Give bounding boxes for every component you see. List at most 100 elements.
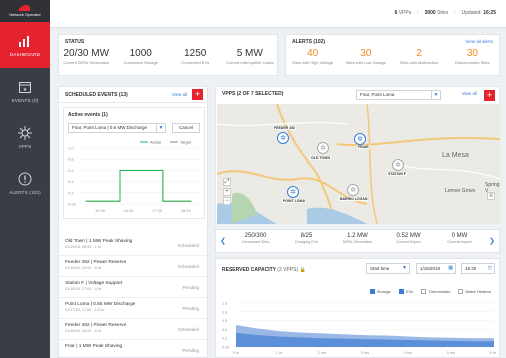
active-events-title: Active events (1): [68, 112, 108, 118]
top-bar: 6 VPPs | 3000 Sites | Updated: 16:25: [50, 0, 506, 28]
status-metric: 5 MW Current Interruptible Loads: [225, 48, 274, 65]
list-item[interactable]: Station F | Voltage Support 01/16/18, 17:…: [59, 277, 207, 298]
reserved-capacity-panel: RESERVED CAPACITY (2 VPPS) 🔒 Start time ▼…: [215, 258, 500, 358]
list-item[interactable]: Feeder 492 | Power Reserve 01/16/18, 10:0…: [59, 256, 207, 277]
sidebar-item-dashboard[interactable]: DASHBOARD: [0, 22, 50, 68]
logo: Network Operator: [0, 0, 50, 22]
vpps-panel: VPPS (2 OF 7 SELECTED) Friar, Point Loma…: [215, 86, 500, 224]
status-metric: 1000 Connected Storage: [123, 48, 158, 65]
fullscreen-icon[interactable]: ⤢: [223, 178, 231, 186]
vpp-stat: 250/300 Connected Sites: [241, 233, 270, 244]
active-events-box: Active events (1) Friar, Point Loma | 0.…: [63, 107, 205, 219]
map-pin-icon[interactable]: ✲: [317, 142, 329, 154]
status-metric: 1250 Connected EVs: [181, 48, 210, 65]
y-tick-label: 0.00: [68, 202, 77, 207]
x-tick-label: 16:30: [124, 208, 135, 213]
alerts-title: ALERTS (102): [292, 39, 326, 45]
active-event-select[interactable]: Friar, Point Loma | 0.6 MW Discharge ▼: [68, 123, 166, 133]
y-tick-label: 0.2: [222, 337, 227, 341]
event-list: Old Town | 1 MW Peak Shaving 01/15/18, 08…: [59, 235, 207, 358]
alert-metric[interactable]: 2 Sites with Malfunction: [393, 48, 446, 65]
date-input[interactable]: 1/15/2018 ▦: [416, 263, 456, 274]
pin-label: FEEDER 492: [273, 126, 297, 130]
map-roads: [217, 104, 500, 224]
list-item[interactable]: Friar | 1 MW Peak Shaving Pending: [59, 340, 207, 358]
alert-metric[interactable]: 30 Sites with Low Voltage: [339, 48, 392, 65]
x-tick-label: 5 hrs: [447, 351, 456, 355]
view-all-vpps-link[interactable]: View all: [462, 91, 477, 96]
map-pin-icon[interactable]: ✲: [287, 186, 299, 198]
add-vpp-button[interactable]: +: [484, 90, 495, 101]
network-icon: [17, 125, 33, 141]
vpp-stat: 8/25 Charging EVs: [294, 233, 319, 244]
layers-icon[interactable]: ≡: [487, 192, 495, 200]
pin-label: BARRIO LOGAN: [339, 197, 369, 201]
next-arrow-button[interactable]: ❯: [487, 236, 497, 248]
series-line-actual: [85, 169, 192, 202]
sidebar-item-alerts[interactable]: ALERTS (102): [0, 160, 50, 206]
pin-label: FRIAR: [357, 145, 370, 149]
vpp-count-label: VPPs: [398, 10, 412, 16]
status-card: STATUS 20/30 MW Current DERs Generation 1…: [58, 34, 278, 76]
zoom-in-button[interactable]: +: [223, 188, 231, 196]
status-title: STATUS: [65, 39, 85, 45]
checkbox-thermostats[interactable]: Thermostats: [421, 289, 450, 294]
x-tick-label: 18:30: [181, 208, 192, 213]
reserved-capacity-chart: 1.0 0.8 0.6 0.4 0.2 0.00 0 hr 1 hr 2 hrs 3 hrs 4 h…: [222, 302, 496, 356]
chevron-down-icon: ▼: [156, 124, 165, 132]
vpp-stat: 0 MW Current Import: [447, 233, 472, 244]
updated-time: 16:25: [483, 10, 496, 16]
y-tick-label: 0.6: [68, 168, 74, 173]
status-metric: 20/30 MW Current DERs Generation: [63, 48, 110, 65]
list-item[interactable]: Old Town | 1 MW Peak Shaving 01/15/18, 08…: [59, 235, 207, 256]
map-pin-icon[interactable]: ✲: [347, 184, 359, 196]
vpp-count: 6: [394, 10, 398, 16]
time-input[interactable]: 16:25 ◷: [461, 263, 495, 274]
view-all-events-link[interactable]: View all: [172, 92, 187, 97]
add-event-button[interactable]: +: [192, 89, 203, 100]
sidebar-item-vpps[interactable]: VPPS: [0, 114, 50, 160]
series-line-target: [85, 170, 192, 202]
y-tick-label: 0.4: [222, 328, 227, 332]
alert-metric[interactable]: 40 Sites with High Voltage: [286, 48, 339, 65]
vpp-stat: 0.52 MW Current Export: [396, 233, 421, 244]
series-checkboxes: Storage EVs Thermostats Water Heaters: [369, 289, 491, 294]
pin-label: OLD TOWN: [310, 156, 331, 160]
alert-metric[interactable]: 30 Disconnected Sites: [446, 48, 499, 65]
map-pin-icon[interactable]: ✲: [392, 159, 404, 171]
map[interactable]: ✲ FEEDER 492 ✲ FRIAR ✲ OLD TOWN ✲ STATIO…: [217, 104, 500, 224]
checkbox-evs[interactable]: EVs: [398, 289, 413, 294]
checkbox-storage[interactable]: Storage: [369, 289, 391, 294]
map-pin-icon[interactable]: ✲: [277, 132, 289, 144]
map-pin-icon[interactable]: ✲: [354, 133, 366, 145]
logo-text: Network Operator: [9, 12, 41, 17]
sidebar-item-label: VPPS: [18, 144, 32, 149]
pin-label: POINT LOMA: [282, 199, 306, 203]
y-tick-label: 0.8: [68, 157, 74, 162]
prev-arrow-button[interactable]: ❮: [218, 236, 228, 248]
vpps-title: VPPS (2 OF 7 SELECTED): [222, 91, 284, 97]
start-time-select[interactable]: Start time ▼: [366, 263, 410, 274]
y-tick-label: 1.0: [222, 302, 227, 306]
y-tick-label: 0.00: [222, 346, 229, 350]
chevron-down-icon: ▼: [431, 91, 440, 99]
svg-text:★: ★: [23, 87, 28, 93]
list-item[interactable]: Point Loma | 0.55 MW Discharge 01/17/18, …: [59, 298, 207, 319]
view-all-alerts-link[interactable]: View all alerts: [465, 39, 493, 44]
cancel-button[interactable]: Cancel: [172, 123, 200, 133]
y-tick-label: 0.4: [68, 179, 74, 184]
list-item[interactable]: Feeder 492 | Power Reserve 01/18/18, 10:0…: [59, 319, 207, 340]
legend-actual: Actual: [150, 140, 161, 145]
vpp-select-value: Friar, Point Loma: [360, 92, 395, 97]
sidebar-item-label: DASHBOARD: [9, 52, 41, 57]
vpp-select[interactable]: Friar, Point Loma ▼: [356, 90, 441, 100]
sidebar: Network Operator DASHBOARD ★ EVENTS (0) …: [0, 0, 50, 358]
x-tick-label: 3 hrs: [361, 351, 370, 355]
x-tick-label: 6 hrs: [490, 351, 496, 355]
checkbox-water-heaters[interactable]: Water Heaters: [458, 289, 491, 294]
vpp-stats-bar: ❮ 250/300 Connected Sites 8/25 Charging EV…: [215, 229, 500, 253]
sidebar-item-events[interactable]: ★ EVENTS (0): [0, 68, 50, 114]
map-label: La Mesa: [442, 152, 469, 159]
pin-label: STATION F: [387, 172, 407, 176]
zoom-out-button[interactable]: −: [223, 197, 231, 205]
